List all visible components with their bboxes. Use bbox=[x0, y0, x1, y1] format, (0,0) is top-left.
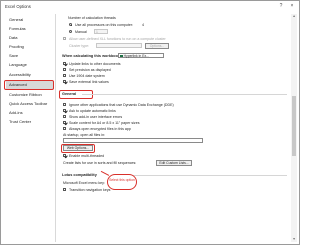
at-startup-input[interactable] bbox=[63, 138, 203, 143]
advanced-settings-panel: Number of calculation threads Use all pr… bbox=[58, 13, 290, 242]
sidebar-item-general[interactable]: General bbox=[6, 16, 54, 24]
scroll-thumb[interactable] bbox=[292, 96, 296, 156]
use-all-processors-label: Use all processors on this computer: bbox=[75, 22, 134, 27]
sidebar-item-proofing[interactable]: Proofing bbox=[6, 43, 54, 51]
sidebar-item-customize-ribbon[interactable]: Customize Ribbon bbox=[6, 91, 54, 99]
sidebar-item-language[interactable]: Language bbox=[6, 61, 54, 69]
transition-nav-checkbox[interactable] bbox=[63, 188, 67, 192]
always-use-encrypted-checkbox[interactable] bbox=[63, 127, 67, 131]
help-button[interactable]: ? bbox=[277, 2, 285, 10]
manual-label: Manual bbox=[75, 29, 87, 34]
window-title: Excel Options bbox=[5, 4, 31, 9]
allow-xll-checkbox[interactable] bbox=[63, 37, 67, 41]
lotus-divider bbox=[114, 175, 287, 176]
set-precision-checkbox[interactable] bbox=[63, 68, 67, 72]
enable-multithreaded-checkbox[interactable] bbox=[63, 154, 67, 158]
calc-workbook-heading: When calculating this workbook: bbox=[62, 54, 122, 58]
cluster-type-input[interactable] bbox=[96, 43, 142, 48]
calc-threads-label: Number of calculation threads bbox=[68, 16, 116, 20]
scroll-up-icon[interactable]: ▲ bbox=[291, 14, 297, 19]
excel-workbook-icon bbox=[120, 54, 123, 58]
show-addin-errors-label: Show add-in user interface errors bbox=[69, 114, 123, 119]
workbook-select-value: Hyperlink in Ex... bbox=[123, 54, 150, 58]
enable-multithreaded-label: Enable multi-threaded bbox=[69, 153, 105, 158]
ask-update-label: Ask to update automatic links bbox=[69, 108, 116, 113]
general-heading: General bbox=[62, 92, 77, 96]
sidebar-item-accessibility[interactable]: Accessibility bbox=[6, 71, 54, 79]
close-button[interactable]: × bbox=[288, 2, 296, 10]
sidebar-item-add-ins[interactable]: Add-ins bbox=[6, 109, 54, 117]
use-1904-label: Use 1904 date system bbox=[69, 73, 105, 78]
always-use-encrypted-label: Always open encrypted files in this app bbox=[69, 126, 131, 131]
save-external-checkbox[interactable] bbox=[63, 80, 67, 84]
scale-content-checkbox[interactable] bbox=[63, 121, 67, 125]
select-option-callout: Select this option bbox=[107, 174, 137, 190]
manual-radio[interactable] bbox=[69, 30, 73, 34]
callout-text: Select this option bbox=[109, 178, 135, 182]
transition-nav-label: Transition navigation keys bbox=[69, 187, 111, 192]
update-links-label: Update links to other documents bbox=[69, 61, 121, 66]
workbook-select[interactable]: Hyperlink in Ex... bbox=[118, 53, 164, 58]
content-scrollbar[interactable]: ▲ ▼ bbox=[291, 14, 297, 242]
scale-content-label: Scale content for A4 or 8.5 x 11" paper … bbox=[69, 120, 140, 125]
ask-update-checkbox[interactable] bbox=[63, 109, 67, 113]
manual-threads-input[interactable]: 1 bbox=[94, 28, 108, 34]
at-startup-label: At startup, open all files in: bbox=[63, 133, 106, 137]
ignore-dde-checkbox[interactable] bbox=[63, 103, 67, 107]
web-options-highlight-box bbox=[61, 143, 95, 153]
show-addin-errors-checkbox[interactable] bbox=[63, 115, 67, 119]
sidebar-item-trust-center[interactable]: Trust Center bbox=[6, 118, 54, 126]
cluster-type-label: Cluster type: bbox=[69, 44, 90, 48]
create-lists-label: Create lists for use in sorts and fill s… bbox=[63, 161, 137, 165]
excel-options-dialog: Excel Options ? × General Formulas Data … bbox=[0, 0, 300, 245]
title-bar: Excel Options ? × bbox=[1, 1, 299, 12]
cluster-options-button[interactable]: Options... bbox=[145, 42, 169, 49]
menu-key-label: Microsoft Excel menu key: bbox=[63, 181, 105, 185]
allow-xll-label: Allow user-defined XLL functions to run … bbox=[69, 36, 166, 41]
edit-custom-lists-button[interactable]: Edit Custom Lists... bbox=[156, 159, 192, 166]
options-sidebar: General Formulas Data Proofing Save Lang… bbox=[4, 14, 56, 242]
save-external-label: Save external link values bbox=[69, 79, 109, 84]
set-precision-label: Set precision as displayed bbox=[69, 67, 111, 72]
general-divider bbox=[82, 94, 287, 95]
sidebar-item-data[interactable]: Data bbox=[6, 34, 54, 42]
scroll-down-icon[interactable]: ▼ bbox=[291, 237, 297, 242]
sidebar-item-save[interactable]: Save bbox=[6, 52, 54, 60]
advanced-highlight-box bbox=[4, 80, 54, 90]
update-links-checkbox[interactable] bbox=[63, 62, 67, 66]
sidebar-item-quick-access-toolbar[interactable]: Quick Access Toolbar bbox=[6, 100, 54, 108]
ignore-dde-label: Ignore other applications that use Dynam… bbox=[69, 102, 174, 107]
use-all-processors-radio[interactable] bbox=[69, 23, 73, 27]
lotus-heading: Lotus compatibility bbox=[62, 173, 97, 177]
processors-count: 4 bbox=[142, 22, 144, 27]
use-1904-checkbox[interactable] bbox=[63, 74, 67, 78]
sidebar-item-formulas[interactable]: Formulas bbox=[6, 25, 54, 33]
